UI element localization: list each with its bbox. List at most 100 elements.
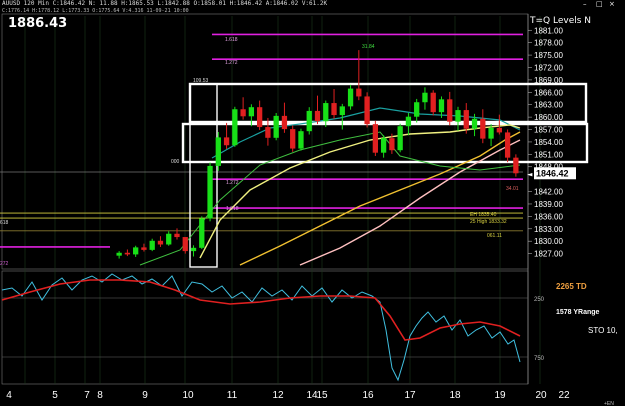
date-axis-label: 12 — [272, 390, 284, 401]
candle-body — [124, 252, 131, 255]
date-axis-label: 22 — [558, 390, 570, 401]
candle-body — [455, 110, 461, 122]
candle-body — [364, 96, 370, 125]
price-axis-label: 1878.00 — [534, 39, 563, 48]
level-annotation: 25 High 1833.32 — [470, 219, 507, 225]
candle-body — [463, 110, 469, 129]
price-axis-label: 1875.00 — [534, 51, 563, 60]
date-axis-label: 16 — [362, 390, 374, 401]
price-axis: 1881.00 1878.00 1875.00 1872.00 1869.00 1866.… — [527, 26, 576, 259]
candle-body — [447, 99, 453, 122]
study-title: T=Q Levels N — [530, 16, 592, 26]
date-axis-label: 9 — [142, 390, 148, 401]
price-axis-label: 1866.00 — [534, 88, 563, 97]
candle-body — [133, 247, 139, 255]
date-axis-label: 8 — [97, 390, 103, 401]
price-axis-label: 1869.00 — [534, 76, 563, 85]
candle-body — [190, 247, 197, 252]
candle-body — [430, 92, 436, 113]
minimize-button[interactable]: – — [583, 0, 587, 8]
td-label: 2265 TD — [556, 282, 587, 291]
price-axis-label: 1857.00 — [534, 126, 563, 135]
candle-body — [438, 99, 445, 113]
candle-body — [513, 157, 519, 174]
price-axis-label: 1851.00 — [534, 150, 563, 159]
date-axis-label: 17 — [404, 390, 416, 401]
chart-window[interactable]: 1881.00 1878.00 1875.00 1872.00 1869.00 1866.… — [0, 0, 625, 406]
price-chart[interactable]: 1881.00 1878.00 1875.00 1872.00 1869.00 1866.… — [0, 0, 625, 406]
level-annotation: EH 1835.40 — [470, 212, 497, 218]
close-button[interactable]: × — [609, 0, 615, 8]
candle-body — [141, 247, 147, 250]
date-axis-label: 19 — [494, 390, 506, 401]
date-axis-label: 10 — [182, 390, 194, 401]
price-axis-label: 1827.00 — [534, 250, 563, 259]
level-annotation: 1.272 — [226, 180, 239, 186]
current-price-label: 1846.42 — [536, 168, 569, 178]
level-annotation: 1.618 — [225, 37, 238, 43]
date-axis-label: 4 — [6, 390, 12, 401]
level-annotation: 34.01 — [506, 186, 519, 192]
candle-body — [256, 107, 263, 128]
oscillator-pane[interactable] — [1, 270, 529, 385]
candle-body — [116, 252, 122, 256]
candle-body — [207, 165, 213, 219]
date-axis-label: 15 — [316, 390, 328, 401]
candle-body — [414, 102, 420, 117]
candle-body — [488, 127, 494, 139]
candle-body — [248, 107, 255, 117]
price-axis-label: 1881.00 — [534, 26, 563, 35]
level-annotation: 1.272 — [225, 60, 238, 66]
date-axis-label: 18 — [449, 390, 461, 401]
date-axis-label: 5 — [52, 390, 58, 401]
candle-body — [480, 118, 486, 139]
ohlc-header-secondary: C:1776.14 H:1778.12 L:1773.33 O:1775.64 … — [2, 8, 189, 14]
level-annotation: 061.11 — [487, 233, 502, 239]
candle-body — [389, 138, 395, 151]
price-axis-label: 1839.00 — [534, 200, 563, 209]
candle-body — [496, 127, 502, 133]
candle-body — [232, 109, 238, 146]
candle-body — [298, 131, 304, 149]
sto-label: STO 10, — [588, 326, 618, 335]
candle-body — [273, 115, 279, 138]
price-axis-label: 1836.00 — [534, 212, 563, 221]
last-price-big: 1886.43 — [8, 16, 68, 31]
date-axis-label: 11 — [227, 390, 238, 401]
level-annotation: 31.84 — [362, 44, 375, 50]
candle-body — [339, 106, 345, 116]
candle-body — [199, 218, 205, 248]
candle-body — [504, 132, 511, 158]
date-axis-label: 7 — [84, 390, 90, 401]
candle-body — [372, 124, 379, 153]
candle-body — [166, 233, 172, 245]
candle-body — [157, 240, 164, 245]
candle-body — [265, 127, 271, 138]
candle-body — [380, 138, 387, 153]
candle-body — [314, 110, 321, 122]
candle-body — [356, 88, 362, 97]
osc-tick: 750 — [534, 356, 545, 362]
price-axis-label: 1833.00 — [534, 225, 563, 234]
maximize-button[interactable]: □ — [596, 0, 603, 8]
candle-body — [397, 126, 403, 151]
candle-body — [323, 103, 329, 122]
level-annotation: 1.618 — [226, 206, 239, 212]
level-annotation: 000 — [171, 159, 180, 165]
price-pointer-icon: ◄ — [527, 170, 533, 178]
candle-body — [281, 115, 288, 130]
candle-body — [405, 116, 412, 127]
price-axis-label: 1860.00 — [534, 113, 563, 122]
yrange-label: 1578 YRange — [556, 309, 600, 316]
candle-body — [331, 103, 337, 116]
price-axis-label: 1863.00 — [534, 101, 563, 110]
candle-body — [422, 92, 428, 103]
level-annotation: 109.53 — [193, 78, 209, 84]
candle-body — [290, 129, 296, 149]
osc-tick: 250 — [534, 297, 545, 303]
ohlc-header: AUUSD 120 Min C:1846.42 N: 11.88 H:1865.… — [2, 0, 328, 7]
candle-body — [347, 88, 354, 107]
price-axis-label: 1872.00 — [534, 63, 563, 72]
candle-body — [174, 233, 180, 238]
candle-body — [471, 118, 478, 129]
